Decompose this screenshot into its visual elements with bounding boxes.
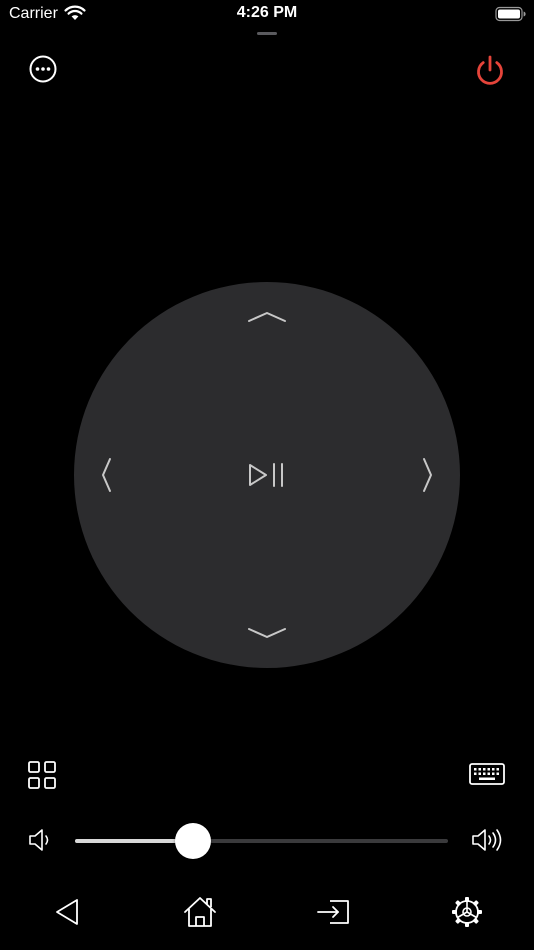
dpad-up-button[interactable]	[242, 292, 292, 342]
keyboard-icon	[469, 763, 505, 785]
dpad-right-button[interactable]	[402, 450, 452, 500]
battery-full-icon	[495, 6, 527, 22]
volume-slider[interactable]	[75, 839, 448, 843]
apps-button[interactable]	[24, 757, 60, 793]
volume-up-button[interactable]	[470, 826, 508, 854]
settings-button[interactable]	[447, 892, 487, 932]
home-button[interactable]	[180, 892, 220, 932]
back-triangle-icon	[56, 899, 78, 925]
keyboard-button[interactable]	[468, 762, 508, 788]
grid-icon	[28, 761, 56, 789]
input-source-button[interactable]	[314, 892, 354, 932]
more-button[interactable]	[23, 49, 63, 89]
dpad-left-button[interactable]	[82, 450, 132, 500]
chevron-up-icon	[248, 312, 286, 322]
home-icon	[184, 897, 216, 927]
sheet-grabber[interactable]	[257, 32, 277, 35]
play-pause-button[interactable]	[242, 450, 292, 500]
settings-gear-icon	[452, 897, 482, 927]
volume-slider-thumb[interactable]	[175, 823, 211, 859]
play-pause-icon	[249, 463, 283, 487]
input-source-icon	[317, 900, 349, 924]
power-button[interactable]	[470, 50, 510, 90]
speaker-high-icon	[472, 829, 502, 851]
back-button[interactable]	[47, 892, 87, 932]
more-horizontal-circle-icon	[29, 55, 57, 83]
dpad-down-button[interactable]	[242, 608, 292, 658]
power-icon	[477, 55, 503, 85]
chevron-down-icon	[248, 628, 286, 638]
chevron-right-icon	[423, 458, 432, 492]
volume-down-button[interactable]	[26, 826, 56, 854]
chevron-left-icon	[102, 458, 111, 492]
speaker-low-icon	[29, 829, 49, 851]
status-time: 4:26 PM	[236, 4, 298, 21]
